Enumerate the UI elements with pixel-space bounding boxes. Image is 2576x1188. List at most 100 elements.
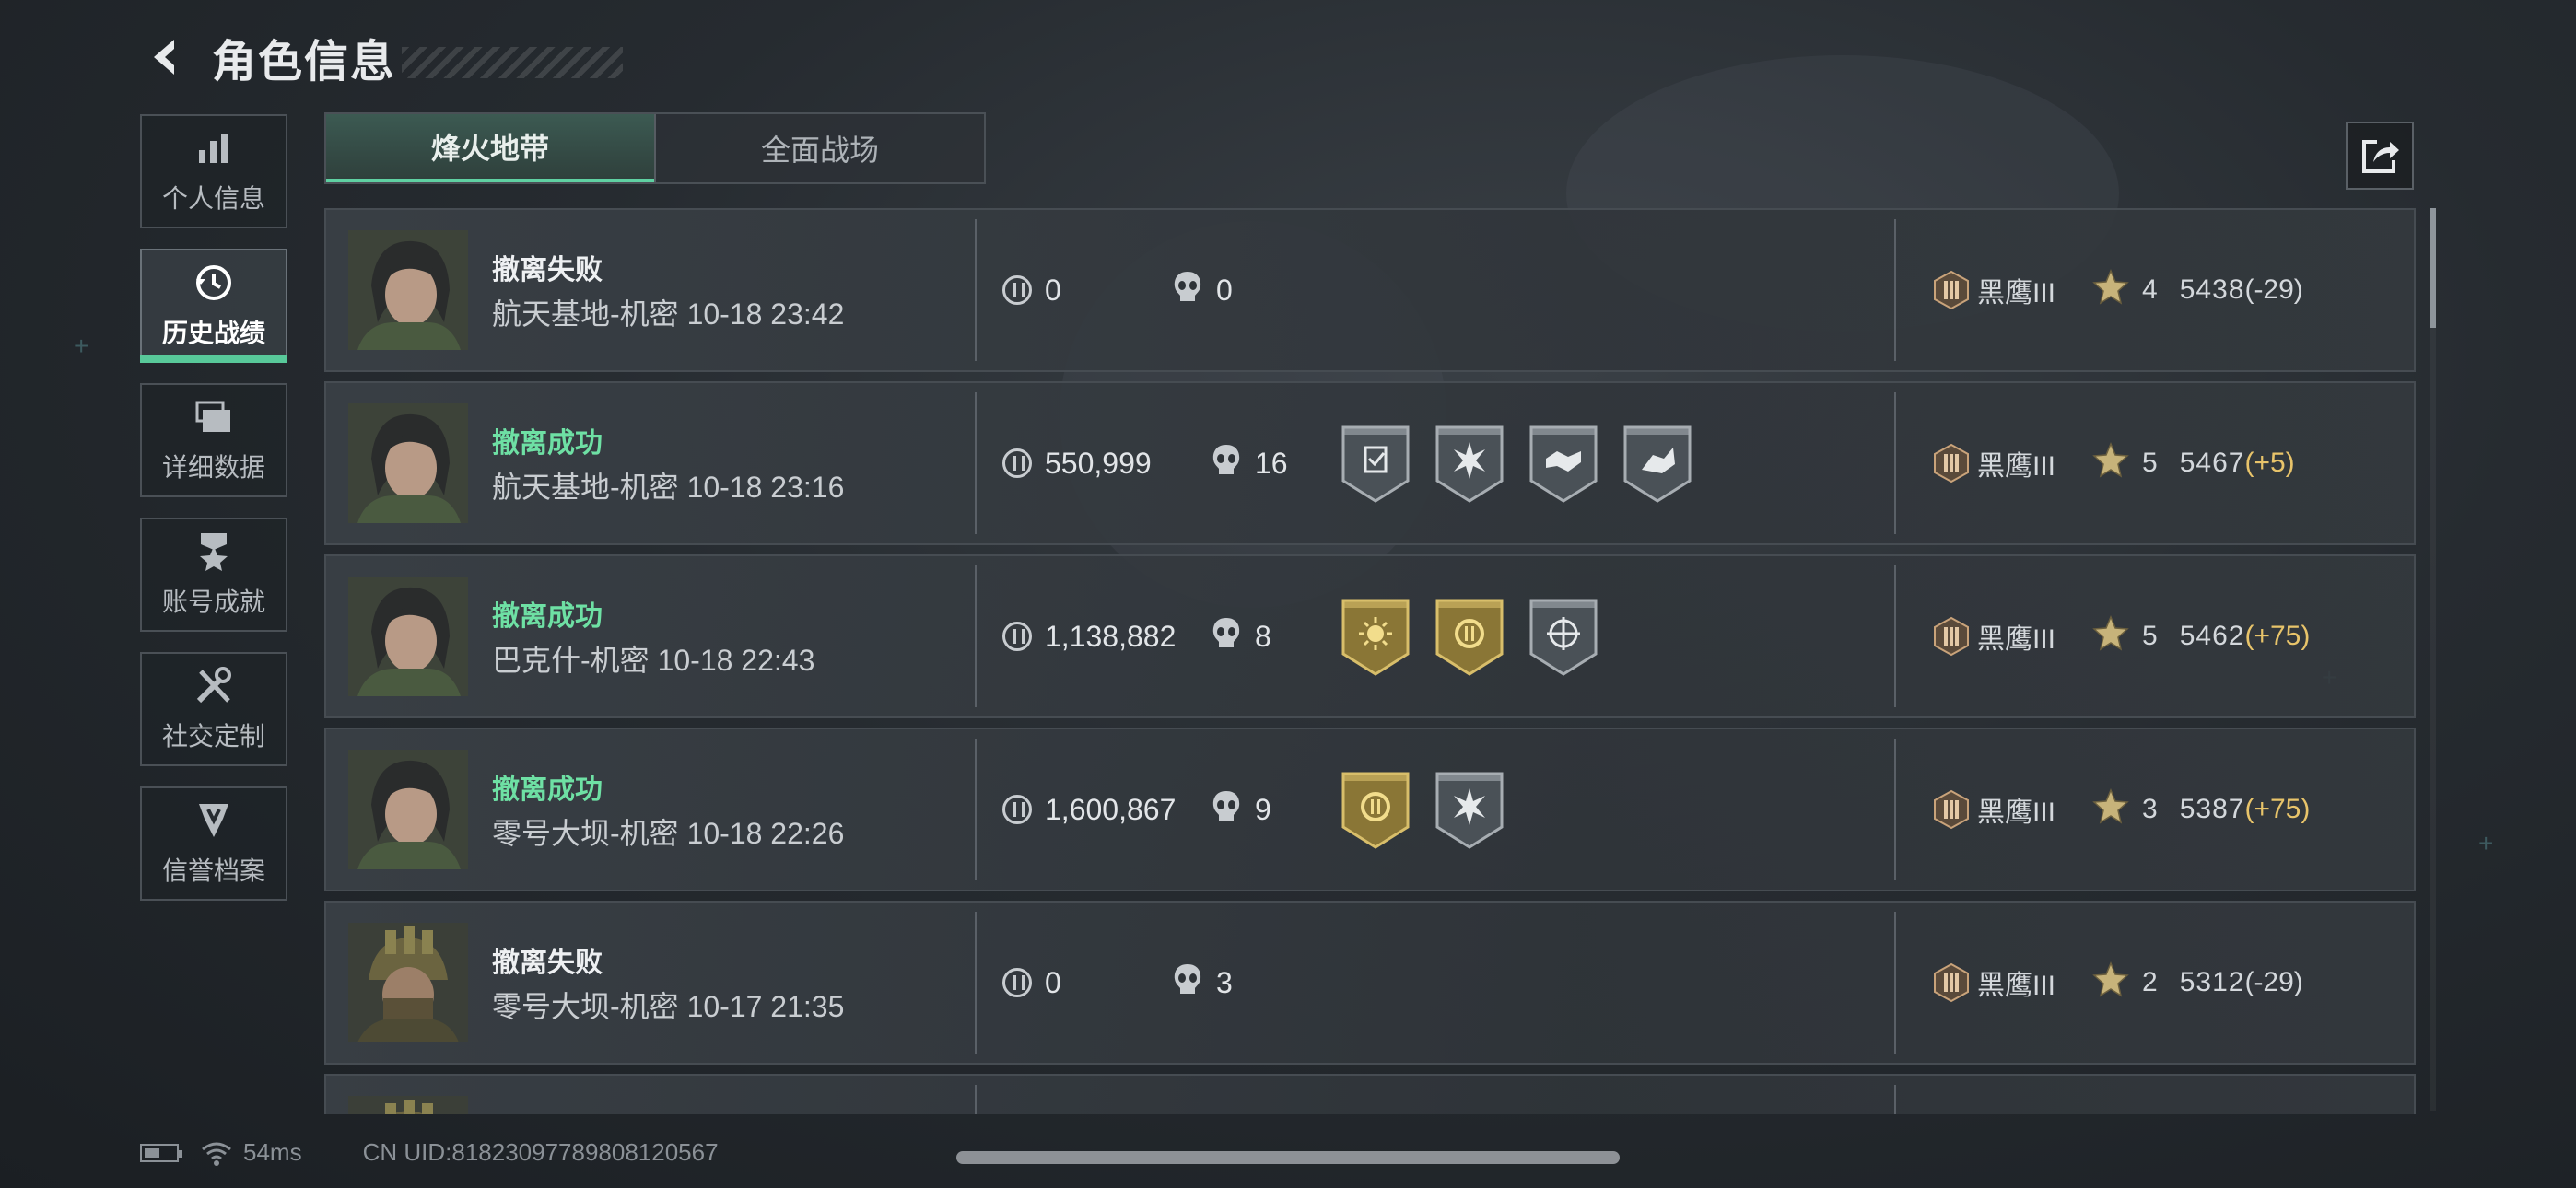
skull-icon: [1172, 270, 1203, 310]
star-icon: [2092, 614, 2129, 658]
kill-value: 8: [1255, 619, 1271, 653]
match-row[interactable]: 撤离成功 航天基地-机密 10-18 23:16 550,999 16 黑鹰II…: [324, 381, 2416, 545]
kill-stat: 3: [1172, 903, 1233, 1063]
gold-coin-badge-icon[interactable]: [1340, 768, 1411, 851]
tab-hazard-zone[interactable]: 烽火地带: [326, 114, 654, 182]
rank-name: 黑鹰III: [1977, 798, 2056, 828]
match-row[interactable]: 撤离成功 零号大坝-机密 10-18 22:26 1,600,867 9 黑鹰I…: [324, 728, 2416, 891]
medal-icon: [193, 530, 235, 573]
coin-stat: 1,138,882: [1002, 556, 1176, 716]
match-history-list[interactable]: 撤离失败 航天基地-机密 10-18 23:42 0 0 黑鹰III 4 543…: [324, 208, 2418, 1114]
rank-score: 5462: [2179, 621, 2245, 651]
map-name: 零号大坝-机密: [492, 817, 679, 850]
score-delta: (+75): [2244, 794, 2311, 824]
medal-badges: [1340, 595, 1622, 678]
match-row[interactable]: 撤离成功 巴克什-机密 10-18 22:43 1,138,882 8 黑鹰II…: [324, 554, 2416, 718]
mode-tabs: 烽火地带 全面战场: [324, 112, 986, 184]
coin-stat: 550,999: [1002, 383, 1152, 543]
match-row[interactable]: 撤离失败 航天基地-机密 10-18 23:42 0 0 黑鹰III 4 543…: [324, 208, 2416, 372]
kill-value: 9: [1255, 792, 1271, 826]
kill-value: 3: [1216, 965, 1233, 999]
nav-item-reputation[interactable]: 信誉档案: [140, 786, 287, 901]
gold-sun-badge-icon[interactable]: [1340, 595, 1411, 678]
row-divider: [1894, 565, 1896, 707]
map-name: 零号大坝-机密: [492, 990, 679, 1023]
row-divider: [975, 912, 977, 1054]
skull-icon: [1211, 789, 1242, 830]
home-indicator[interactable]: [956, 1151, 1620, 1164]
nav-item-label: 信誉档案: [161, 856, 265, 885]
match-time: 10-18 23:16: [686, 471, 845, 504]
star-icon: [2092, 787, 2129, 832]
nav-item-history[interactable]: 历史战绩: [140, 249, 287, 363]
rank-emblem-icon: [1931, 443, 1972, 483]
rank-info: 黑鹰III 5 5462 (+75): [1931, 556, 2310, 716]
rank-score: 5387: [2179, 794, 2245, 824]
kill-stat: 0: [1172, 210, 1233, 370]
map-name: 航天基地-机密: [492, 297, 679, 331]
rank-name: 黑鹰III: [1977, 971, 2056, 1001]
user-uid: CN UID:81823097789808120567: [362, 1138, 719, 1166]
match-row-partial[interactable]: [324, 1074, 2416, 1114]
extraction-status: 撤离失败: [492, 255, 603, 285]
nav-item-profile[interactable]: 个人信息: [140, 114, 287, 228]
extraction-status: 撤离失败: [492, 948, 603, 978]
gold-coin-badge-icon[interactable]: [1434, 595, 1505, 678]
match-time: 10-17 21:35: [686, 990, 845, 1023]
row-divider: [1894, 392, 1896, 534]
silver-checklist-badge-icon[interactable]: [1340, 422, 1411, 505]
share-button[interactable]: [2346, 122, 2414, 190]
coin-stat: 1,600,867: [1002, 729, 1176, 890]
share-icon: [2362, 140, 2399, 173]
nav-item-social[interactable]: 社交定制: [140, 652, 287, 766]
coin-value: 0: [1045, 273, 1061, 307]
row-divider: [975, 739, 977, 880]
coin-value: 550,999: [1045, 446, 1152, 480]
skull-icon: [1211, 443, 1242, 483]
operator-avatar: [348, 1096, 468, 1114]
row-divider: [975, 219, 977, 361]
operator-avatar: [348, 577, 468, 696]
coin-icon: [1002, 968, 1032, 997]
star-icon: [2092, 268, 2129, 312]
silver-target-badge-icon[interactable]: [1528, 595, 1599, 678]
list-scrollbar[interactable]: [2430, 208, 2436, 1111]
map-and-time: 零号大坝-机密 10-17 21:35: [492, 984, 844, 1026]
back-arrow-icon: [154, 40, 174, 75]
nav-item-label: 个人信息: [161, 184, 265, 213]
extraction-status: 撤离成功: [492, 775, 603, 805]
page-title: 角色信息: [212, 38, 397, 87]
rank-info: 黑鹰III 4 5438 (-29): [1931, 210, 2303, 370]
silver-handshake-badge-icon[interactable]: [1528, 422, 1599, 505]
map-name: 巴克什-机密: [492, 644, 650, 677]
scrollbar-thumb[interactable]: [2430, 208, 2436, 328]
silver-burst-badge-icon[interactable]: [1434, 422, 1505, 505]
map-name: 航天基地-机密: [492, 471, 679, 504]
nav-item-achievements[interactable]: 账号成就: [140, 518, 287, 632]
score-delta: (+75): [2244, 621, 2311, 651]
silver-burst-badge-icon[interactable]: [1434, 768, 1505, 851]
extraction-status: 撤离成功: [492, 601, 603, 632]
star-icon: [2092, 961, 2129, 1005]
match-time: 10-18 22:26: [686, 817, 845, 850]
title-decoration: [402, 47, 624, 78]
nav-item-details[interactable]: 详细数据: [140, 383, 287, 497]
match-row[interactable]: 撤离失败 零号大坝-机密 10-17 21:35 0 3 黑鹰III 2 531…: [324, 901, 2416, 1065]
coin-stat: 0: [1002, 210, 1061, 370]
coin-icon: [1002, 275, 1032, 305]
skull-icon: [1211, 616, 1242, 657]
coin-icon: [1002, 448, 1032, 478]
row-divider: [975, 565, 977, 707]
silver-runner-badge-icon[interactable]: [1622, 422, 1693, 505]
medal-badges: [1340, 422, 1715, 505]
rank-info: 黑鹰III 5 5467 (+5): [1931, 383, 2295, 543]
coin-value: 1,600,867: [1045, 792, 1177, 826]
map-and-time: 航天基地-机密 10-18 23:16: [492, 464, 844, 507]
tab-all-out-warfare[interactable]: 全面战场: [654, 114, 984, 182]
back-button[interactable]: [138, 29, 193, 85]
skull-icon: [1172, 962, 1203, 1003]
row-divider: [975, 1085, 977, 1114]
background-crosshair: +: [2478, 829, 2494, 857]
battery-icon: [140, 1143, 182, 1162]
rank-emblem-icon: [1931, 962, 1972, 1003]
